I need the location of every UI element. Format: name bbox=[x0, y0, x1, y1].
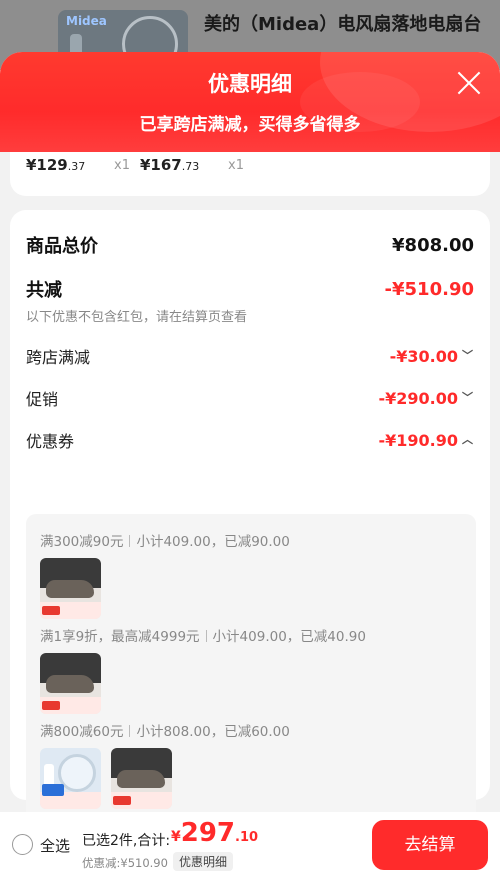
item-quantity: x1 bbox=[228, 158, 244, 173]
coupon-detail: 小计409.00，已减90.00 bbox=[136, 534, 290, 550]
brand-logo: Midea bbox=[66, 14, 107, 28]
thumb-part bbox=[42, 606, 60, 615]
item-price-main: ¥129 bbox=[26, 156, 68, 174]
discount-label: 促销 bbox=[26, 390, 59, 409]
discount-label: 跨店满减 bbox=[26, 348, 91, 367]
discount-value: -¥190.90 ︿ bbox=[378, 431, 474, 450]
discount-value: -¥290.00 ﹀ bbox=[378, 389, 474, 408]
coupon-rule-line: 满1享9折，最高减4999元 小计409.00，已减40.90 bbox=[40, 625, 366, 645]
item-price-cents: .73 bbox=[181, 160, 200, 173]
close-icon[interactable] bbox=[456, 70, 482, 96]
chevron-up-icon: ︿ bbox=[462, 433, 473, 446]
product-price-card: ¥129.37 x1 ¥167.73 x1 bbox=[10, 152, 490, 196]
coupon-rule-line: 满800减60元 小计808.00，已减60.00 bbox=[40, 720, 290, 740]
item-price-cents: .37 bbox=[67, 160, 86, 173]
discount-summary-card: 商品总价 ¥808.00 共减 -¥510.90 以下优惠不包含红包，请在结算页… bbox=[10, 210, 490, 828]
reduce-row: 共减 -¥510.90 bbox=[26, 276, 474, 302]
total-price-decimal: .10 bbox=[235, 830, 259, 845]
sheet-subtitle: 已享跨店满减，买得多省得多 bbox=[139, 115, 361, 135]
background-product-title: 美的（Midea）电风扇落地电扇台 bbox=[204, 14, 482, 35]
reduce-value: -¥510.90 bbox=[384, 278, 474, 300]
discount-row-coupon[interactable]: 优惠券 -¥190.90 ︿ bbox=[26, 428, 474, 452]
discount-row-promotion[interactable]: 促销 -¥290.00 ﹀ bbox=[26, 386, 474, 410]
coupon-rule-line: 满300减90元 小计409.00，已减90.00 bbox=[40, 530, 290, 550]
select-all-radio[interactable] bbox=[12, 834, 33, 855]
thumb-part bbox=[46, 675, 94, 693]
checkout-button[interactable]: 去结算 bbox=[372, 820, 488, 870]
sheet-title: 优惠明细 bbox=[208, 72, 292, 96]
item-price: ¥167.73 bbox=[140, 156, 199, 174]
coupon-detail-box: 满300减90元 小计409.00，已减90.00 满1享9折，最高减4999元小… bbox=[26, 514, 476, 828]
total-label: 商品总价 bbox=[26, 236, 98, 257]
discount-detail-button[interactable]: 优惠明细 bbox=[173, 852, 234, 871]
product-thumbnail-shoe[interactable] bbox=[40, 653, 101, 714]
checkout-bar: 全选 已选2件,合计: ¥297.10 优惠减:¥510.90 优惠明细 去结算 bbox=[0, 812, 500, 881]
thumb-part bbox=[117, 770, 165, 788]
coupon-rule: 满300减90元 bbox=[40, 534, 124, 550]
item-price: ¥129.37 bbox=[26, 156, 85, 174]
coupon-detail: 小计409.00，已减40.90 bbox=[212, 629, 366, 645]
total-price: ¥297.10 bbox=[171, 818, 258, 848]
thumb-part bbox=[42, 784, 64, 796]
product-thumbnail-fan[interactable] bbox=[40, 748, 101, 809]
divider bbox=[129, 725, 131, 737]
coupon-rule: 满800减60元 bbox=[40, 724, 124, 740]
reduce-label: 共减 bbox=[26, 280, 62, 301]
discount-amount: -¥290.00 bbox=[378, 388, 458, 408]
discount-value: -¥30.00 ﹀ bbox=[390, 347, 474, 366]
divider bbox=[129, 535, 131, 547]
discount-label: 优惠券 bbox=[26, 432, 75, 451]
coupon-rule: 满1享9折，最高减4999元 bbox=[40, 629, 200, 645]
select-all-label[interactable]: 全选 bbox=[40, 835, 70, 856]
selected-count-text: 已选2件,合计: bbox=[82, 833, 171, 849]
currency-symbol: ¥ bbox=[171, 829, 181, 845]
total-row: 商品总价 ¥808.00 bbox=[26, 232, 474, 258]
discount-row-cross-store[interactable]: 跨店满减 -¥30.00 ﹀ bbox=[26, 344, 474, 368]
divider bbox=[205, 630, 207, 642]
product-thumbnail-shoe[interactable] bbox=[40, 558, 101, 619]
discount-detail-sheet: 优惠明细 已享跨店满减，买得多省得多 ¥129.37 x1 ¥167.73 x1… bbox=[0, 52, 500, 881]
discount-amount: -¥190.90 bbox=[378, 430, 458, 450]
chevron-down-icon: ﹀ bbox=[462, 391, 473, 404]
chevron-down-icon: ﹀ bbox=[462, 349, 473, 362]
discount-amount: -¥30.00 bbox=[389, 346, 458, 366]
total-price-integer: 297 bbox=[180, 818, 236, 848]
discount-note: 以下优惠不包含红包，请在结算页查看 bbox=[26, 310, 248, 325]
coupon-detail: 小计808.00，已减60.00 bbox=[136, 724, 290, 740]
product-thumbnail-shoe[interactable] bbox=[111, 748, 172, 809]
thumb-part bbox=[46, 580, 94, 598]
sheet-header: 优惠明细 已享跨店满减，买得多省得多 bbox=[0, 52, 500, 152]
thumb-part bbox=[113, 796, 131, 805]
discount-summary-small: 优惠减:¥510.90 bbox=[82, 856, 168, 870]
thumb-part bbox=[42, 701, 60, 710]
total-value: ¥808.00 bbox=[392, 234, 474, 256]
item-quantity: x1 bbox=[114, 158, 130, 173]
item-price-main: ¥167 bbox=[140, 156, 182, 174]
